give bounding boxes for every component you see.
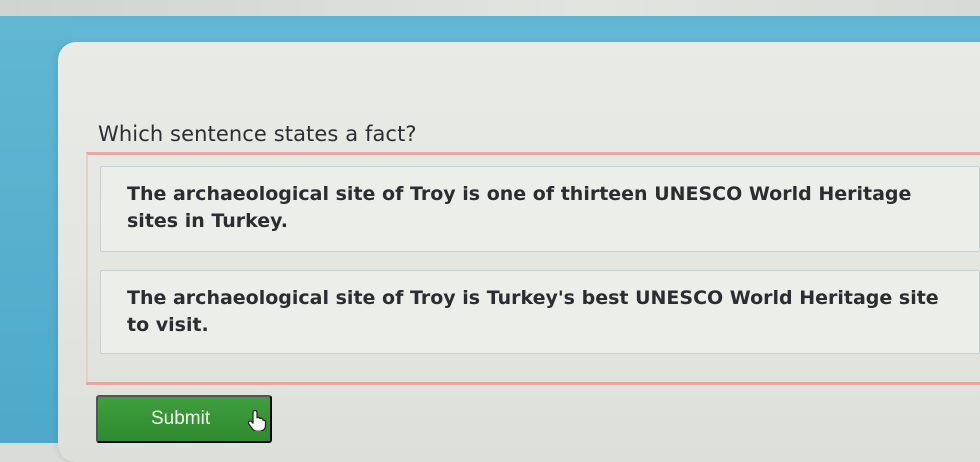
answer-option-2-text: The archaeological site of Troy is Turke… [127, 287, 939, 336]
submit-button[interactable]: Submit [96, 395, 272, 443]
answer-option-1[interactable]: The archaeological site of Troy is one o… [100, 166, 980, 252]
question-text: Which sentence states a fact? [98, 122, 417, 146]
answer-option-2[interactable]: The archaeological site of Troy is Turke… [100, 270, 980, 354]
bottom-line [86, 382, 980, 385]
hand-pointer-icon [247, 409, 267, 431]
answer-option-1-text: The archaeological site of Troy is one o… [127, 183, 912, 232]
